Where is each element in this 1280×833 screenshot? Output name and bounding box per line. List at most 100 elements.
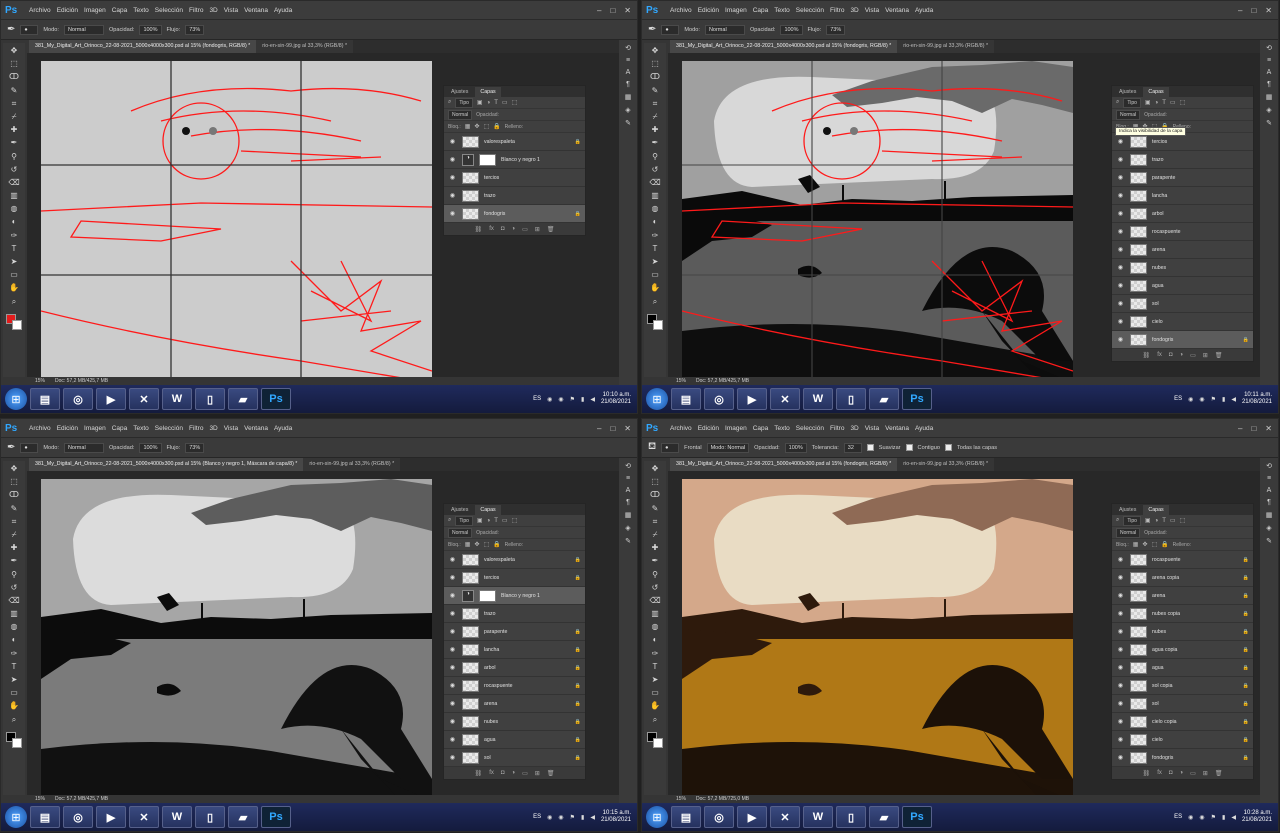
type-filter-icon[interactable]: T bbox=[494, 100, 498, 106]
eyedropper-icon[interactable]: ⌿ bbox=[8, 530, 20, 540]
layer-row[interactable]: ◉ arena 🔒 bbox=[1112, 587, 1253, 605]
crop-tool-icon[interactable]: ⌗ bbox=[8, 99, 20, 109]
brush-tool-icon[interactable]: ✒ bbox=[649, 556, 661, 566]
brush-tool-icon[interactable]: ✒ bbox=[8, 138, 20, 148]
visibility-eye-icon[interactable]: ◉ bbox=[1116, 318, 1125, 325]
image-filter-icon[interactable]: ▣ bbox=[1145, 517, 1151, 524]
language-indicator[interactable]: ES bbox=[1174, 396, 1182, 402]
brush-preset-picker[interactable]: ● bbox=[661, 24, 680, 35]
visibility-eye-icon[interactable]: ◉ bbox=[448, 736, 457, 743]
quick-select-icon[interactable]: ✎ bbox=[649, 86, 661, 96]
layer-row[interactable]: ◉ agua 🔒 bbox=[444, 731, 585, 749]
crop-tool-icon[interactable]: ⌗ bbox=[8, 517, 20, 527]
network-icon[interactable]: ▮ bbox=[1222, 814, 1225, 821]
option-checkbox[interactable] bbox=[944, 444, 952, 451]
menu-item[interactable]: Capa bbox=[753, 425, 769, 432]
visibility-eye-icon[interactable]: ◉ bbox=[448, 610, 457, 617]
layer-name[interactable]: valorespaleta bbox=[484, 557, 570, 563]
tray-shield-icon[interactable]: ◉ bbox=[547, 814, 552, 821]
brushes-icon[interactable]: ✎ bbox=[625, 537, 631, 545]
layer-name[interactable]: parapente bbox=[1152, 175, 1253, 181]
visibility-eye-icon[interactable]: ◉ bbox=[448, 174, 457, 181]
type-filter-icon[interactable]: T bbox=[1162, 100, 1166, 106]
word-icon[interactable]: W bbox=[803, 806, 833, 828]
document-tab-active[interactable]: 381_My_Digital_Art_Orinoco_22-08-2021_50… bbox=[670, 458, 898, 471]
styles-icon[interactable]: ◈ bbox=[625, 106, 630, 114]
shape-filter-icon[interactable]: ▭ bbox=[502, 517, 508, 524]
menu-item[interactable]: Selección bbox=[796, 425, 824, 432]
blue-book-icon[interactable]: ▰ bbox=[228, 806, 258, 828]
lasso-tool-icon[interactable]: ↀ bbox=[649, 72, 661, 82]
menu-item[interactable]: Imagen bbox=[84, 7, 106, 14]
new-layer-icon[interactable]: ⊞ bbox=[1203, 352, 1208, 359]
layer-kind-filter[interactable]: Tipo bbox=[455, 97, 473, 108]
new-layer-icon[interactable]: ⊞ bbox=[535, 770, 540, 777]
shape-tool-icon[interactable]: ▭ bbox=[649, 688, 661, 698]
hand-tool-icon[interactable]: ✋ bbox=[8, 701, 20, 711]
minimize-icon[interactable]: – bbox=[1238, 424, 1242, 433]
zoom-tool-icon[interactable]: ⌕ bbox=[649, 715, 661, 725]
brush-preset-picker[interactable]: ● bbox=[20, 24, 39, 35]
dodge-tool-icon[interactable]: ◐ bbox=[8, 635, 20, 645]
delete-layer-icon[interactable]: 🗑 bbox=[547, 770, 555, 777]
visibility-eye-icon[interactable]: ◉ bbox=[1116, 754, 1125, 761]
hand-tool-icon[interactable]: ✋ bbox=[8, 283, 20, 293]
layer-row[interactable]: ◉ rocaspuente bbox=[1112, 223, 1253, 241]
add-mask-icon[interactable]: ◘ bbox=[501, 226, 505, 232]
history-icon[interactable]: ⟲ bbox=[625, 462, 631, 470]
hand-tool-icon[interactable]: ✋ bbox=[649, 283, 661, 293]
history-icon[interactable]: ⟲ bbox=[1266, 462, 1272, 470]
brushes-icon[interactable]: ✎ bbox=[625, 119, 631, 127]
visibility-eye-icon[interactable]: ◉ bbox=[448, 646, 457, 653]
opacity-field[interactable]: 100% bbox=[780, 24, 803, 35]
menu-item[interactable]: Ventana bbox=[244, 425, 268, 432]
layer-row[interactable]: ◉ fondogris 🔒 bbox=[1112, 331, 1253, 349]
clone-stamp-icon[interactable]: ⚲ bbox=[649, 570, 661, 580]
document-canvas[interactable] bbox=[41, 479, 432, 801]
color-swatches[interactable] bbox=[6, 731, 22, 748]
visibility-eye-icon[interactable]: ◉ bbox=[448, 192, 457, 199]
fx-icon[interactable]: fx bbox=[489, 226, 494, 232]
layer-name[interactable]: tercios bbox=[484, 575, 570, 581]
hand-tool-icon[interactable]: ✋ bbox=[649, 701, 661, 711]
menu-item[interactable]: Filtro bbox=[830, 425, 844, 432]
excel-icon[interactable]: ✕ bbox=[770, 806, 800, 828]
chrome-icon[interactable]: ◎ bbox=[704, 388, 734, 410]
tray-shield-icon[interactable]: ◉ bbox=[1188, 814, 1193, 821]
color-swatches[interactable] bbox=[6, 313, 22, 330]
add-mask-icon[interactable]: ◘ bbox=[1169, 770, 1173, 776]
new-layer-icon[interactable]: ⊞ bbox=[535, 226, 540, 233]
folder-icon[interactable]: ▤ bbox=[671, 388, 701, 410]
menu-item[interactable]: Capa bbox=[112, 7, 128, 14]
brush-tool-icon[interactable]: ✒ bbox=[649, 138, 661, 148]
pen-tool-icon[interactable]: ✑ bbox=[649, 649, 661, 659]
menu-item[interactable]: Filtro bbox=[830, 7, 844, 14]
media-player-icon[interactable]: ▶ bbox=[96, 806, 126, 828]
layer-name[interactable]: valorespaleta bbox=[484, 139, 570, 145]
document-tab-active[interactable]: 381_My_Digital_Art_Orinoco_22-08-2021_50… bbox=[670, 40, 898, 53]
layer-row[interactable]: ◉ parapente bbox=[1112, 169, 1253, 187]
link-layers-icon[interactable]: ⛓ bbox=[1143, 770, 1151, 777]
visibility-eye-icon[interactable]: ◉ bbox=[1116, 592, 1125, 599]
blue-book-icon[interactable]: ▰ bbox=[869, 806, 899, 828]
tab-ajustes[interactable]: Ajustes bbox=[446, 87, 473, 97]
visibility-eye-icon[interactable]: ◉ bbox=[1116, 628, 1125, 635]
layer-row[interactable]: ◉ sol 🔒 bbox=[444, 749, 585, 767]
layer-row[interactable]: ◉ sol bbox=[1112, 295, 1253, 313]
layer-name[interactable]: arena bbox=[1152, 247, 1253, 253]
start-orb-icon[interactable]: ⊞ bbox=[646, 806, 668, 828]
language-indicator[interactable]: ES bbox=[1174, 814, 1182, 820]
eraser-icon[interactable]: ⌫ bbox=[8, 596, 20, 606]
pen-tool-icon[interactable]: ✑ bbox=[649, 231, 661, 241]
menu-item[interactable]: Vista bbox=[224, 425, 238, 432]
system-clock[interactable]: 10:11 a.m. 21/08/2021 bbox=[1242, 392, 1272, 406]
new-adjustment-icon[interactable]: ◑ bbox=[511, 226, 515, 232]
layer-row[interactable]: ◉ fondogris 🔒 bbox=[1112, 749, 1253, 767]
close-icon[interactable]: ✕ bbox=[624, 6, 631, 15]
close-icon[interactable]: ✕ bbox=[1265, 424, 1272, 433]
layer-name[interactable]: cielo bbox=[1152, 737, 1238, 743]
crop-tool-icon[interactable]: ⌗ bbox=[649, 517, 661, 527]
system-clock[interactable]: 10:28 a.m. 21/08/2021 bbox=[1242, 810, 1272, 824]
notepad-icon[interactable]: ▯ bbox=[836, 806, 866, 828]
layer-name[interactable]: tercios bbox=[484, 175, 585, 181]
